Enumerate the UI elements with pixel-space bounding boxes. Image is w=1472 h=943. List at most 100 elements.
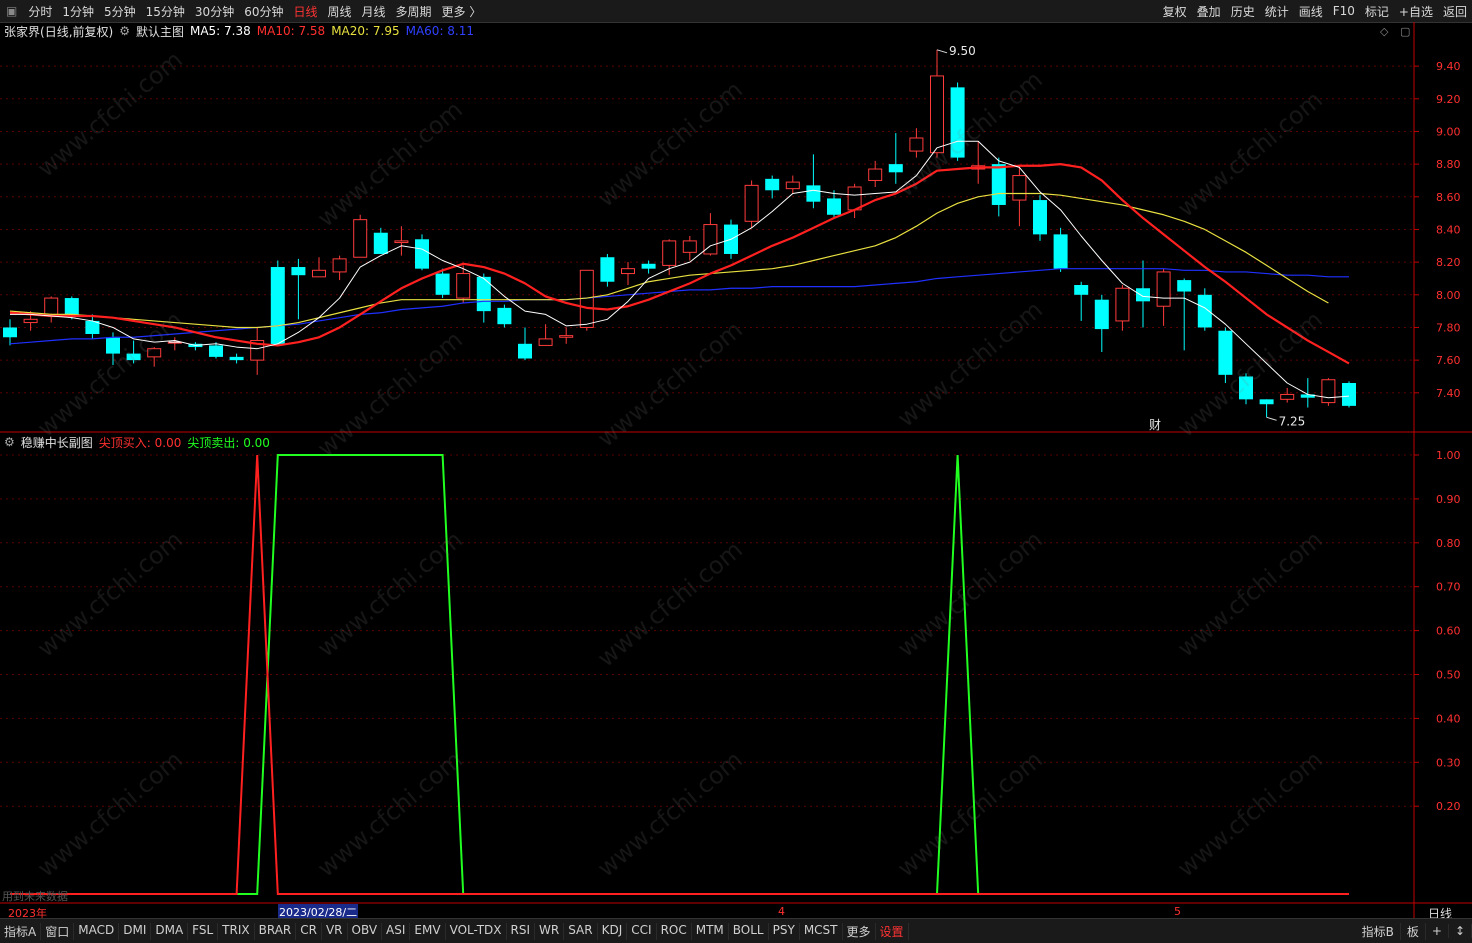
indicator-tabs: 指标A 窗口 MACD DMI DMA FSL TRIX BRAR CR VR OBV ASI EMV V… [0,922,909,940]
bottom-right-action-2[interactable]: + [1426,924,1449,938]
buy-signal-value: 尖顶买入: 0.00 [98,435,182,450]
indicator-tab-25[interactable]: 设置 [876,922,909,940]
candle-body [785,181,800,190]
candle-body [765,178,780,191]
sub-tick-label: 0.20 [1436,800,1461,813]
low-annotation-label: 7.25 [1279,414,1306,428]
candle-body [1033,200,1047,235]
chart-options-icons[interactable]: ◇ ▢ [1380,25,1410,38]
indicator-tab-14[interactable]: RSI [507,922,536,940]
indicator-tab-0[interactable]: 指标A [0,922,42,940]
price-tick-label: 7.60 [1436,354,1461,367]
candle-body [270,267,285,346]
sub-tick-label: 0.90 [1436,493,1461,506]
candle-body [1012,175,1027,201]
candle-body [930,75,944,154]
main-chart-legend: 张家界 (日线,前复权) ⚙ 默认主图 MA5: 7.38 MA10: 7.58 … [4,23,474,39]
sub-indicator-gear-icon[interactable]: ⚙ [4,435,15,449]
indicator-tab-19[interactable]: ROC [657,922,692,940]
main-indicator-name[interactable]: 默认主图 [136,23,184,40]
candle-body [1053,234,1068,269]
price-tick-label: 8.60 [1436,191,1461,204]
candle-body [456,273,471,299]
candle-body [209,345,223,357]
indicator-tab-5[interactable]: FSL [188,922,219,940]
sub-tick-label: 0.50 [1436,669,1461,682]
event-marker: 财 [1149,418,1161,432]
ma60-value: MA60: 8.11 [405,24,475,38]
candle-body [1259,399,1274,405]
candle-body [44,297,59,315]
indicator-tab-24[interactable]: 更多 [843,922,876,940]
indicator-tab-21[interactable]: BOLL [729,922,769,940]
indicator-tab-16[interactable]: SAR [564,922,598,940]
candle-body [662,240,677,266]
candle-body [1074,285,1089,295]
indicator-tab-22[interactable]: PSY [769,922,800,940]
price-tick-label: 9.40 [1436,60,1461,73]
candle-body [950,87,965,158]
candle-body [23,318,38,324]
high-annotation-pointer [936,49,948,54]
indicator-tab-20[interactable]: MTM [692,922,729,940]
sell-signal-value: 尖顶卖出: 0.00 [187,435,270,450]
indicator-tabs-bar: 指标A 窗口 MACD DMI DMA FSL TRIX BRAR CR VR OBV ASI EMV V… [0,918,1472,943]
indicator-tab-9[interactable]: VR [322,922,348,940]
stock-name: 张家界 [4,24,41,39]
candle-body [415,239,429,269]
indicator-tab-2[interactable]: MACD [74,922,120,940]
price-tick-label: 9.00 [1436,125,1461,138]
price-tick-label: 7.40 [1436,387,1461,400]
indicator-tab-12[interactable]: EMV [410,922,446,940]
candle-body [497,307,512,325]
indicator-gear-icon[interactable]: ⚙ [119,24,130,38]
ma10-value: MA10: 7.58 [256,24,326,38]
bottom-right-action-1[interactable]: 板 [1401,922,1426,940]
ma20-value: MA20: 7.95 [331,24,400,38]
indicator-tab-18[interactable]: CCI [627,922,657,940]
candle-body [353,219,368,258]
price-tick-label: 8.80 [1436,158,1461,171]
candle-body [744,184,759,222]
candle-body [1321,379,1336,404]
candle-body [600,257,615,282]
candle-body [229,356,244,361]
ma5-line [10,140,1350,399]
candle-body [312,269,326,278]
candle-body [1156,271,1171,307]
indicator-tab-13[interactable]: VOL-TDX [446,922,507,940]
indicator-tab-1[interactable]: 窗口 [41,922,75,940]
ma10-line [9,163,1350,365]
candle-body [1115,287,1130,322]
candle-body [1239,376,1253,400]
price-tick-label: 9.20 [1436,93,1461,106]
candle-body [1177,280,1192,292]
indicator-tab-11[interactable]: ASI [382,922,411,940]
ma5-value: MA5: 7.38 [189,24,251,38]
candle-body [3,327,17,338]
sub-indicator-name[interactable]: 稳赚中长副图 [21,434,93,451]
chart-canvas[interactable]: 9.40 9.20 9.00 8.80 8.60 8.40 8.20 8.00 7.80 7.60… [0,0,1472,942]
sub-tick-label: 0.40 [1436,712,1461,725]
indicator-tab-4[interactable]: DMA [151,922,189,940]
indicator-tab-15[interactable]: WR [535,922,565,940]
indicator-tab-6[interactable]: TRIX [218,922,255,940]
indicator-tab-10[interactable]: OBV [348,922,383,940]
candle-body [332,258,347,273]
candle-body [106,337,120,354]
candle-body [1094,299,1109,330]
candle-body [806,185,821,202]
indicator-tab-7[interactable]: BRAR [255,922,297,940]
bottom-right-action-0[interactable]: 指标B [1356,922,1401,940]
price-tick-label: 7.80 [1436,321,1461,334]
date-axis: 2023年 2023/02/28/二 4 5 [0,904,1414,920]
candle-body [991,164,1006,205]
candle-body [435,273,450,295]
indicator-tab-17[interactable]: KDJ [598,922,628,940]
indicator-tab-3[interactable]: DMI [119,922,152,940]
indicator-tab-23[interactable]: MCST [800,922,843,940]
high-annotation-label: 9.50 [949,44,976,58]
indicator-tab-8[interactable]: CR [296,922,322,940]
ma60-line [9,268,1349,345]
bottom-right-action-3[interactable]: ↕ [1449,924,1472,938]
